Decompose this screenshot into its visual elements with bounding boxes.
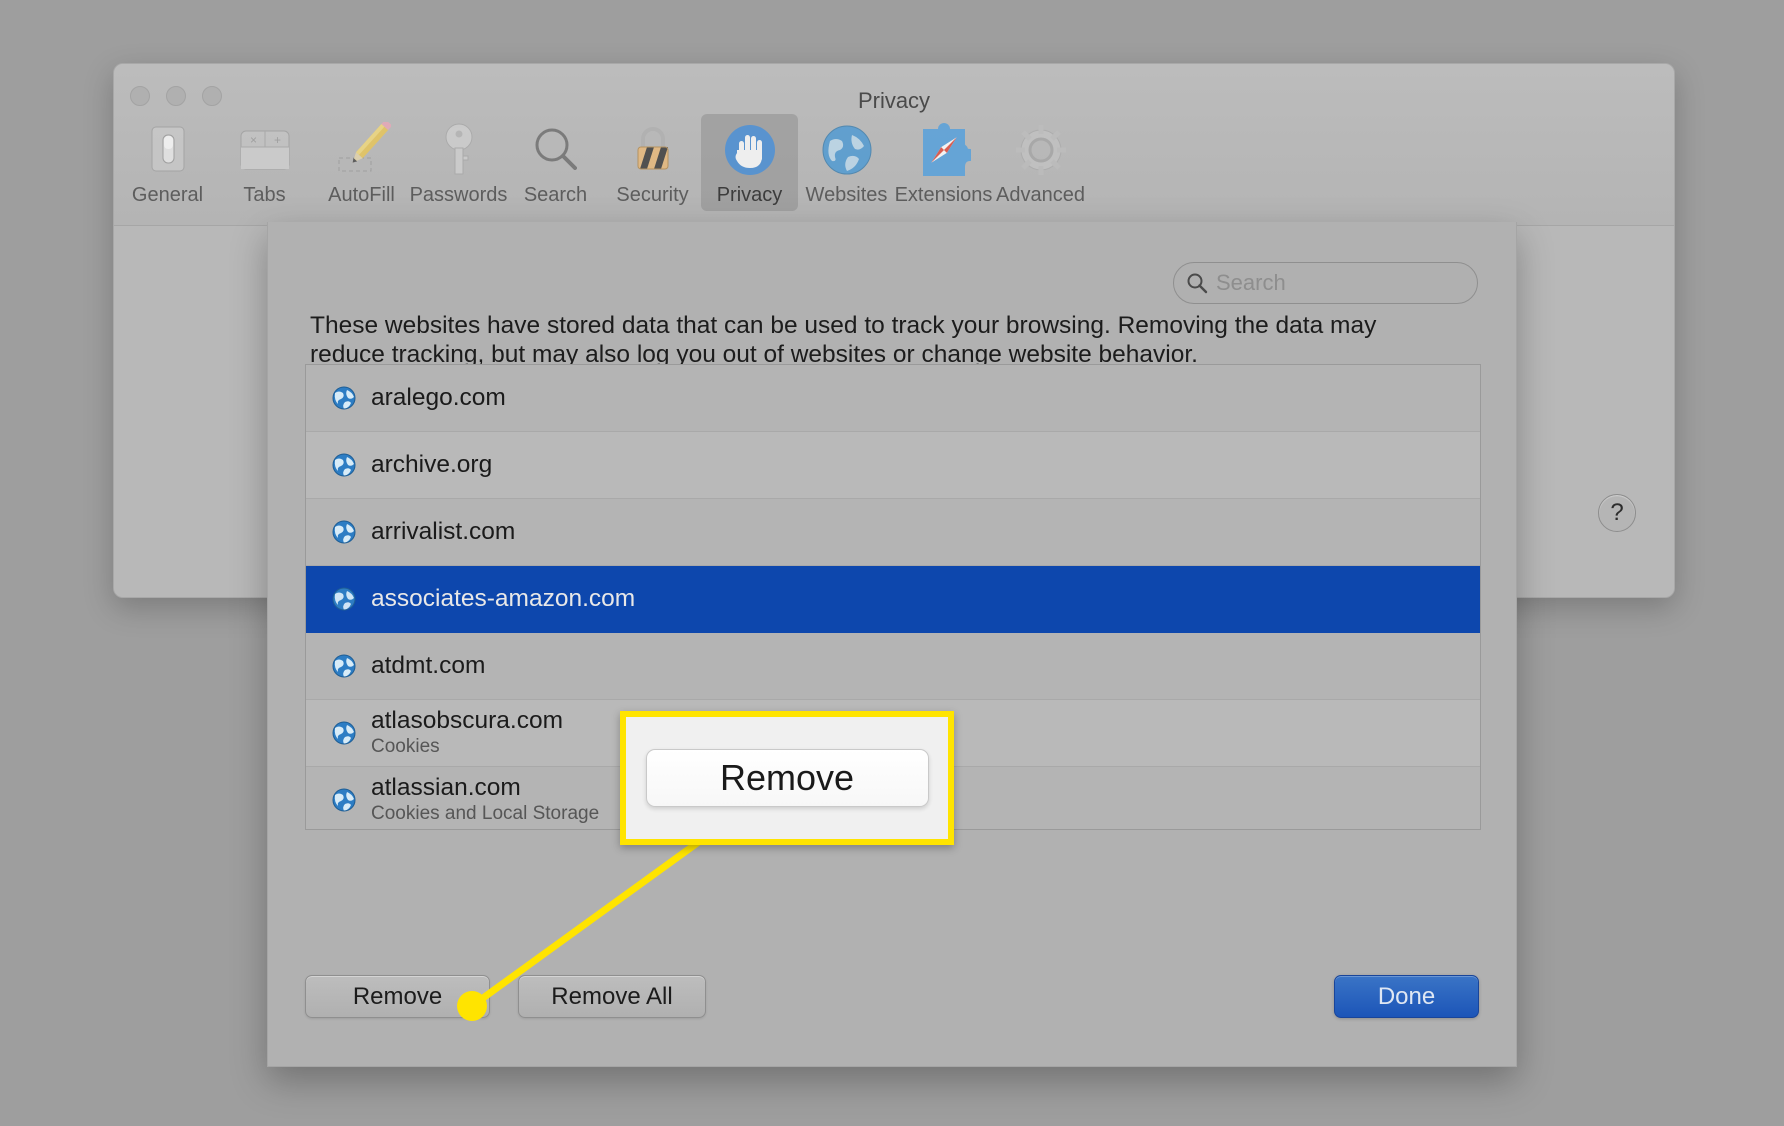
site-name: atlassian.com (371, 774, 521, 802)
toolbar-item-general[interactable]: General (119, 114, 216, 211)
toolbar-label: Websites (805, 184, 888, 206)
globe-icon (330, 786, 358, 814)
site-name: associates-amazon.com (371, 584, 636, 612)
globe-icon (330, 384, 358, 412)
toolbar-item-websites[interactable]: Websites (798, 114, 895, 211)
site-detail: Cookies and Local Storage (371, 802, 600, 824)
list-item[interactable]: arrivalist.com (306, 499, 1480, 566)
padlock-icon (623, 120, 683, 180)
toolbar-label: Privacy (716, 184, 783, 206)
toolbar-item-security[interactable]: Security (604, 114, 701, 211)
toolbar-label: Search (523, 184, 588, 206)
globe-icon (330, 518, 358, 546)
search-row (1173, 262, 1478, 304)
tabs-icon: × + (235, 120, 295, 180)
toolbar-item-privacy[interactable]: Privacy (701, 114, 798, 211)
annotation-callout: Remove (620, 711, 954, 845)
globe-icon (330, 652, 358, 680)
website-data-sheet: These websites have stored data that can… (267, 222, 1517, 1067)
toolbar-label: Security (616, 184, 689, 206)
toolbar-label: Extensions (894, 184, 993, 206)
globe-icon (330, 585, 358, 613)
gear-icon (1011, 120, 1071, 180)
toolbar-label: AutoFill (328, 184, 395, 206)
remove-button[interactable]: Remove (305, 975, 490, 1018)
site-name: atlasobscura.com (371, 707, 564, 735)
site-detail: Cookies (371, 735, 440, 757)
general-switch-icon (138, 120, 198, 180)
site-name: aralego.com (371, 383, 506, 411)
list-item[interactable]: archive.org (306, 432, 1480, 499)
search-input[interactable] (1216, 270, 1465, 296)
preferences-toolbar: General × + Tabs AutoFill Passwords Sear… (114, 114, 1674, 211)
toolbar-label: Passwords (409, 184, 508, 206)
hand-stop-icon (720, 120, 780, 180)
search-icon (1186, 272, 1208, 294)
toolbar-item-extensions[interactable]: Extensions (895, 114, 992, 211)
toolbar-label: Advanced (996, 184, 1085, 206)
remove-all-button[interactable]: Remove All (518, 975, 706, 1018)
pencil-icon (332, 120, 392, 180)
globe-icon (330, 451, 358, 479)
toolbar-label: Tabs (243, 184, 286, 206)
site-name: arrivalist.com (371, 517, 516, 545)
window-title: Privacy (857, 88, 931, 113)
list-item[interactable]: atdmt.com (306, 633, 1480, 700)
svg-text:×: × (250, 133, 257, 147)
toolbar-item-tabs[interactable]: × + Tabs (216, 114, 313, 211)
site-name: atdmt.com (371, 651, 486, 679)
sheet-description: These websites have stored data that can… (310, 312, 1377, 368)
toolbar-label: General (131, 184, 204, 206)
toolbar-item-search[interactable]: Search (507, 114, 604, 211)
callout-remove-button[interactable]: Remove (645, 749, 929, 807)
search-field[interactable] (1173, 262, 1478, 304)
magnifier-icon (526, 120, 586, 180)
site-name: archive.org (371, 450, 493, 478)
toolbar-item-advanced[interactable]: Advanced (992, 114, 1089, 211)
globe-icon (330, 719, 358, 747)
help-button[interactable]: ? (1598, 494, 1636, 532)
window-titlebar: Privacy General × + Tabs AutoFill Passwo… (114, 64, 1674, 226)
toolbar-item-passwords[interactable]: Passwords (410, 114, 507, 211)
puzzle-compass-icon (914, 120, 974, 180)
done-button[interactable]: Done (1334, 975, 1479, 1018)
globe-icon (817, 120, 877, 180)
svg-text:+: + (274, 133, 281, 147)
key-icon (429, 120, 489, 180)
toolbar-item-autofill[interactable]: AutoFill (313, 114, 410, 211)
list-item-selected[interactable]: associates-amazon.com (306, 566, 1480, 633)
list-item[interactable]: aralego.com (306, 365, 1480, 432)
